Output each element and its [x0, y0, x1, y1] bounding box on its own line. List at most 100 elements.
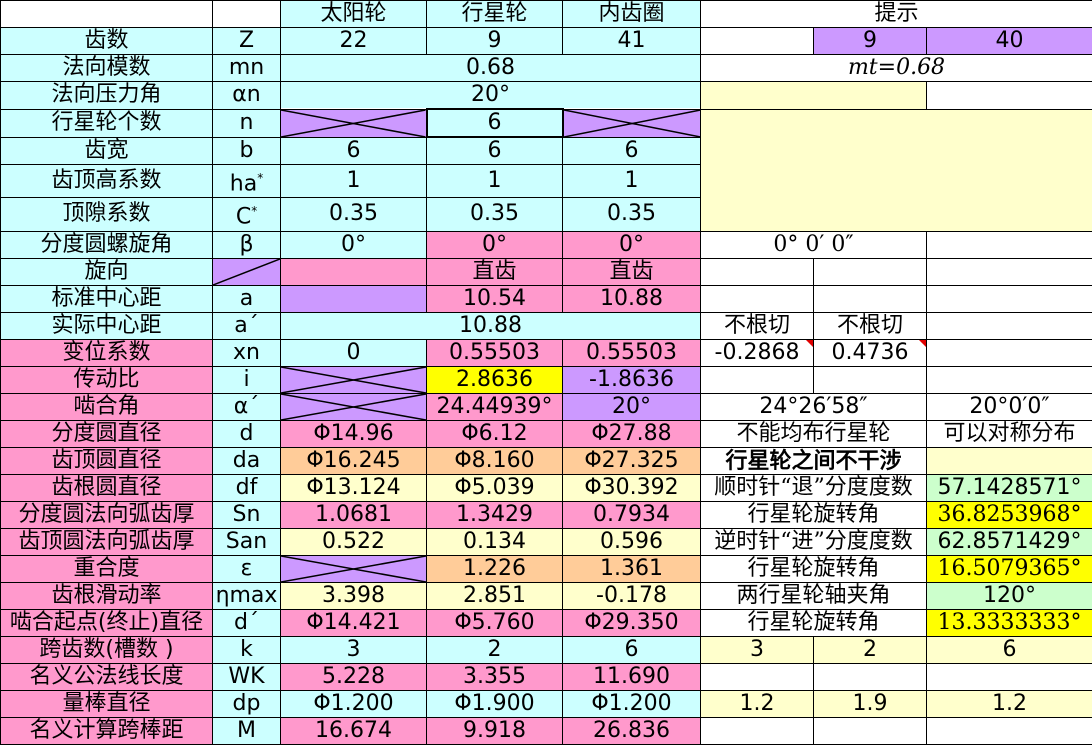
hint-span-2[interactable]: 2: [814, 636, 927, 663]
hint-dp-3[interactable]: 1.2: [927, 690, 1092, 717]
cell-pitchd-ring[interactable]: Φ27.88: [563, 420, 701, 447]
cell-slide-ring[interactable]: -0.178: [563, 582, 701, 609]
hint-slide-3[interactable]: 120°: [927, 582, 1092, 609]
hint-sn-3[interactable]: 36.8253968°: [927, 501, 1092, 528]
hint-teeth-1[interactable]: [701, 28, 814, 55]
sym-startd[interactable]: d´: [213, 609, 281, 636]
cell-pitchd-planet[interactable]: Φ6.12: [427, 420, 563, 447]
cell-slide-planet[interactable]: 2.851: [427, 582, 563, 609]
hint-mesh-1[interactable]: 24°26′58″: [701, 393, 927, 420]
hint-actcd-2[interactable]: 不根切: [814, 312, 927, 339]
hint-ratio-1[interactable]: [701, 366, 814, 393]
label-tipd[interactable]: 齿顶圆直径: [1, 447, 213, 474]
cell-overlap-ring[interactable]: 1.361: [563, 555, 701, 582]
cell-startd-ring[interactable]: Φ29.350: [563, 609, 701, 636]
cell-count-planet[interactable]: 6: [427, 109, 563, 137]
cell-width-sun[interactable]: 6: [281, 137, 427, 165]
cell-stdcd-sun[interactable]: [281, 285, 427, 312]
cell-dp-ring[interactable]: Φ1.200: [563, 690, 701, 717]
cell-hand-ring[interactable]: 直齿: [563, 258, 701, 285]
cell-rootd-sun[interactable]: Φ13.124: [281, 474, 427, 501]
hint-ratio-2[interactable]: [814, 366, 927, 393]
cell-dp-sun[interactable]: Φ1.200: [281, 690, 427, 717]
cell-hand-sun[interactable]: [281, 258, 427, 285]
cell-module[interactable]: 0.68: [281, 55, 701, 82]
hint-teeth-2[interactable]: 9: [814, 28, 927, 55]
sym-san[interactable]: San: [213, 528, 281, 555]
hint-block-yellow[interactable]: [701, 109, 1092, 231]
hint-slide-1[interactable]: 两行星轮轴夹角: [701, 582, 927, 609]
label-mesh[interactable]: 啮合角: [1, 393, 213, 420]
cell-san-planet[interactable]: 0.134: [427, 528, 563, 555]
cell-san-ring[interactable]: 0.596: [563, 528, 701, 555]
hint-teeth-3[interactable]: 40: [927, 28, 1092, 55]
sym-sn[interactable]: Sn: [213, 501, 281, 528]
cell-dp-planet[interactable]: Φ1.900: [427, 690, 563, 717]
sym-span[interactable]: k: [213, 636, 281, 663]
cell-sn-sun[interactable]: 1.0681: [281, 501, 427, 528]
label-dp[interactable]: 量棒直径: [1, 690, 213, 717]
sym-dp[interactable]: dp: [213, 690, 281, 717]
hint-shift-3[interactable]: [927, 339, 1092, 366]
cell-tipd-sun[interactable]: Φ16.245: [281, 447, 427, 474]
sym-width[interactable]: b: [213, 137, 281, 165]
sym-wk[interactable]: WK: [213, 663, 281, 690]
header-planet[interactable]: 行星轮: [427, 1, 563, 28]
cell-addend-ring[interactable]: 1: [563, 165, 701, 198]
hint-dp-1[interactable]: 1.2: [701, 690, 814, 717]
hint-san-1[interactable]: 逆时针“进”分度度数: [701, 528, 927, 555]
cell-rootd-planet[interactable]: Φ5.039: [427, 474, 563, 501]
header-ring[interactable]: 内齿圈: [563, 1, 701, 28]
label-san[interactable]: 齿顶圆法向弧齿厚: [1, 528, 213, 555]
sym-actcd[interactable]: a´: [213, 312, 281, 339]
sym-module[interactable]: mn: [213, 55, 281, 82]
label-pitchd[interactable]: 分度圆直径: [1, 420, 213, 447]
cell-pitchd-sun[interactable]: Φ14.96: [281, 420, 427, 447]
sym-overlap[interactable]: ε: [213, 555, 281, 582]
hint-stdcd-2[interactable]: [814, 285, 927, 312]
label-ratio[interactable]: 传动比: [1, 366, 213, 393]
label-hand[interactable]: 旋向: [1, 258, 213, 285]
cell-wk-ring[interactable]: 11.690: [563, 663, 701, 690]
cell-stdcd-planet[interactable]: 10.54: [427, 285, 563, 312]
cell-helix-planet[interactable]: 0°: [427, 231, 563, 258]
cell-startd-planet[interactable]: Φ5.760: [427, 609, 563, 636]
label-stdcd[interactable]: 标准中心距: [1, 285, 213, 312]
cell-width-ring[interactable]: 6: [563, 137, 701, 165]
hint-mesh-3[interactable]: 20°0′0″: [927, 393, 1092, 420]
cell-shift-sun[interactable]: 0: [281, 339, 427, 366]
header-blank-sym[interactable]: [213, 1, 281, 28]
sym-count[interactable]: n: [213, 109, 281, 137]
hint-pitchd-1[interactable]: 不能均布行星轮: [701, 420, 927, 447]
sym-pitchd[interactable]: d: [213, 420, 281, 447]
cell-span-planet[interactable]: 2: [427, 636, 563, 663]
hint-overlap-1[interactable]: 行星轮旋转角: [701, 555, 927, 582]
sym-teeth[interactable]: Z: [213, 28, 281, 55]
cell-tipd-ring[interactable]: Φ27.325: [563, 447, 701, 474]
hint-span-1[interactable]: 3: [701, 636, 814, 663]
header-hint[interactable]: 提示: [701, 1, 1092, 28]
hint-ratio-3[interactable]: [927, 366, 1092, 393]
sym-stdcd[interactable]: a: [213, 285, 281, 312]
label-sn[interactable]: 分度圆法向弧齿厚: [1, 501, 213, 528]
hint-wk-1[interactable]: [701, 663, 814, 690]
hint-dp-2[interactable]: 1.9: [814, 690, 927, 717]
cell-mesh-ring[interactable]: 20°: [563, 393, 701, 420]
cell-san-sun[interactable]: 0.522: [281, 528, 427, 555]
hint-helix-3[interactable]: [927, 231, 1092, 258]
sym-addend[interactable]: ha*: [213, 165, 281, 198]
hint-rootd-1[interactable]: 顺时针“退”分度度数: [701, 474, 927, 501]
cell-ratio-planet[interactable]: 2.8636: [427, 366, 563, 393]
sym-slide[interactable]: ηmax: [213, 582, 281, 609]
cell-angle[interactable]: 20°: [281, 82, 701, 110]
sym-ratio[interactable]: i: [213, 366, 281, 393]
label-span[interactable]: 跨齿数(槽数 ): [1, 636, 213, 663]
cell-rootd-ring[interactable]: Φ30.392: [563, 474, 701, 501]
label-module[interactable]: 法向模数: [1, 55, 213, 82]
label-angle[interactable]: 法向压力角: [1, 82, 213, 110]
cell-clear-ring[interactable]: 0.35: [563, 198, 701, 231]
hint-san-3[interactable]: 62.8571429°: [927, 528, 1092, 555]
hint-helix[interactable]: 0° 0′ 0″: [701, 231, 927, 258]
hint-overlap-3[interactable]: 16.5079365°: [927, 555, 1092, 582]
label-clear[interactable]: 顶隙系数: [1, 198, 213, 231]
